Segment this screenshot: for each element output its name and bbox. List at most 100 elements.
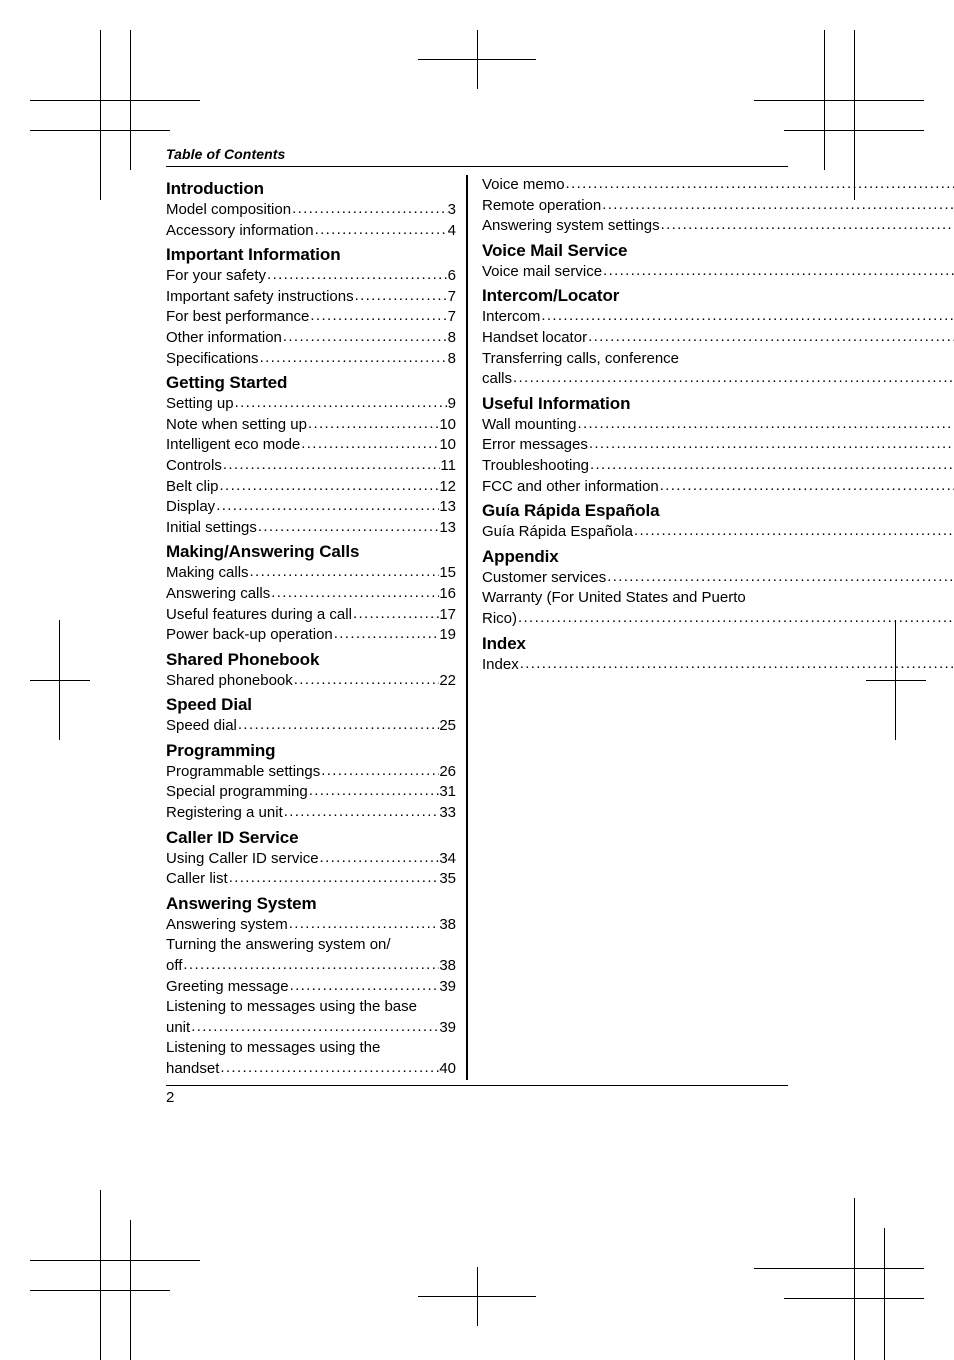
toc-section-title[interactable]: Useful Information (482, 390, 954, 415)
toc-entry[interactable]: Handset locator ........................… (482, 328, 954, 349)
toc-section-entries: Making calls ...........................… (166, 563, 456, 645)
toc-entry[interactable]: Guía Rápida Española ...................… (482, 522, 954, 543)
toc-entry-label: Caller list (166, 870, 228, 888)
toc-entry[interactable]: Rico) ..................................… (482, 609, 954, 630)
toc-entry-label: Shared phonebook (166, 671, 293, 689)
toc-leader-dots: ........................................… (541, 307, 954, 325)
toc-entry[interactable]: Display ................................… (166, 497, 456, 518)
toc-entry-label: Index (482, 655, 519, 673)
toc-entry[interactable]: Index...................................… (482, 655, 954, 676)
toc-entry[interactable]: Caller list ............................… (166, 869, 456, 890)
toc-entry[interactable]: Wall mounting ..........................… (482, 415, 954, 436)
toc-entry[interactable]: Registering a unit .....................… (166, 803, 456, 824)
toc-entry[interactable]: unit ...................................… (166, 1018, 456, 1039)
toc-entry[interactable]: Voice memo .............................… (482, 175, 954, 196)
toc-leader-dots: ........................................… (519, 654, 954, 672)
toc-section-title[interactable]: Getting Started (166, 369, 456, 394)
toc-entry-label: Important safety instructions (166, 287, 354, 305)
toc-entry[interactable]: Using Caller ID service ................… (166, 849, 456, 870)
toc-entry[interactable]: Answering calls ........................… (166, 584, 456, 605)
toc-leader-dots: ........................................… (633, 522, 954, 540)
toc-entry-label: Troubleshooting (482, 456, 590, 474)
toc-section-title[interactable]: Introduction (166, 175, 456, 200)
toc-leader-dots: ........................................… (249, 563, 440, 581)
toc-entry[interactable]: Accessory information ..................… (166, 221, 456, 242)
toc-leader-dots: ........................................… (271, 583, 439, 601)
toc-entry-page-number: 4 (447, 221, 456, 239)
toc-entry-label-wrapped[interactable]: Listening to messages using the (166, 1038, 456, 1059)
toc-entry[interactable]: Belt clip ..............................… (166, 477, 456, 498)
toc-entry[interactable]: Controls ...............................… (166, 456, 456, 477)
toc-entry[interactable]: Other information ......................… (166, 328, 456, 349)
toc-entry[interactable]: Greeting message .......................… (166, 977, 456, 998)
toc-section-title[interactable]: Important Information (166, 241, 456, 266)
toc-entry-page-number: 16 (439, 584, 456, 602)
toc-entry-label-wrapped[interactable]: Transferring calls, conference (482, 349, 954, 370)
toc-entry[interactable]: calls ..................................… (482, 369, 954, 390)
toc-section-title[interactable]: Answering System (166, 890, 456, 915)
toc-entry-page-number: 13 (439, 518, 456, 536)
toc-column-right: Voice memo .............................… (468, 175, 954, 1080)
toc-entry-label: unit (166, 1018, 191, 1036)
toc-leader-dots: ........................................… (183, 956, 439, 974)
toc-leader-dots: ........................................… (308, 782, 440, 800)
toc-entry[interactable]: Answering system settings ..............… (482, 216, 954, 237)
toc-entry[interactable]: Important safety instructions ..........… (166, 287, 456, 308)
toc-entry[interactable]: off ....................................… (166, 956, 456, 977)
toc-entry[interactable]: Voice mail service .....................… (482, 262, 954, 283)
toc-entry-label: Answering calls (166, 584, 271, 602)
toc-section-title[interactable]: Caller ID Service (166, 824, 456, 849)
toc-section-title[interactable]: Guía Rápida Española (482, 497, 954, 522)
toc-entry[interactable]: Power back-up operation ................… (166, 625, 456, 646)
toc-section-title[interactable]: Speed Dial (166, 691, 456, 716)
page-number: 2 (166, 1088, 175, 1106)
toc-section-entries: Programmable settings ..................… (166, 762, 456, 824)
toc-entry[interactable]: Useful features during a call ..........… (166, 605, 456, 626)
toc-leader-dots: ........................................… (219, 476, 440, 494)
toc-section-title[interactable]: Voice Mail Service (482, 237, 954, 262)
toc-entry[interactable]: Intelligent eco mode ...................… (166, 435, 456, 456)
toc-leader-dots: ........................................… (267, 266, 448, 284)
toc-entry-label: Belt clip (166, 477, 219, 495)
toc-entry-label-wrapped[interactable]: Warranty (For United States and Puerto (482, 588, 954, 609)
toc-entry[interactable]: handset ................................… (166, 1059, 456, 1080)
toc-entry[interactable]: FCC and other information ..............… (482, 477, 954, 498)
toc-entry[interactable]: Remote operation .......................… (482, 196, 954, 217)
toc-entry[interactable]: For best performance ...................… (166, 307, 456, 328)
toc-leader-dots: ........................................… (301, 435, 440, 453)
toc-entry[interactable]: Troubleshooting ........................… (482, 456, 954, 477)
toc-entry[interactable]: Special programming ....................… (166, 782, 456, 803)
toc-entry[interactable]: Specifications .........................… (166, 349, 456, 370)
toc-entry-label-wrapped[interactable]: Listening to messages using the base (166, 997, 456, 1018)
toc-entry[interactable]: Intercom ...............................… (482, 307, 954, 328)
toc-entry[interactable]: Programmable settings ..................… (166, 762, 456, 783)
toc-entry[interactable]: Initial settings .......................… (166, 518, 456, 539)
toc-entry[interactable]: Answering system .......................… (166, 915, 456, 936)
toc-entry[interactable]: Shared phonebook .......................… (166, 671, 456, 692)
toc-entry[interactable]: Error messages .........................… (482, 435, 954, 456)
toc-entry-label: Transferring calls, conference (482, 349, 680, 367)
toc-entry[interactable]: Setting up .............................… (166, 394, 456, 415)
toc-entry[interactable]: Model composition ......................… (166, 200, 456, 221)
toc-entry-label-wrapped[interactable]: Turning the answering system on/ (166, 935, 456, 956)
toc-entry[interactable]: For your safety ........................… (166, 266, 456, 287)
toc-entry-label: Making calls (166, 564, 249, 582)
toc-entry[interactable]: Note when setting up ...................… (166, 415, 456, 436)
toc-leader-dots: ........................................… (314, 220, 448, 238)
toc-entry-page-number: 10 (439, 436, 456, 454)
toc-section-title[interactable]: Intercom/Locator (482, 282, 954, 307)
toc-entry-label: Using Caller ID service (166, 849, 319, 867)
toc-leader-dots: ........................................… (607, 567, 954, 585)
toc-leader-dots: ........................................… (228, 869, 440, 887)
toc-entry[interactable]: Making calls ...........................… (166, 563, 456, 584)
toc-entry[interactable]: Speed dial .............................… (166, 716, 456, 737)
toc-section-title[interactable]: Making/Answering Calls (166, 538, 456, 563)
toc-section-title[interactable]: Index (482, 630, 954, 655)
toc-section-title[interactable]: Appendix (482, 543, 954, 568)
toc-section-title[interactable]: Shared Phonebook (166, 646, 456, 671)
toc-entry[interactable]: Customer services ......................… (482, 568, 954, 589)
toc-entry-label: Accessory information (166, 221, 314, 239)
toc-section-entries: Customer services ......................… (482, 568, 954, 630)
toc-entry-page-number: 39 (439, 977, 456, 995)
toc-section-title[interactable]: Programming (166, 737, 456, 762)
